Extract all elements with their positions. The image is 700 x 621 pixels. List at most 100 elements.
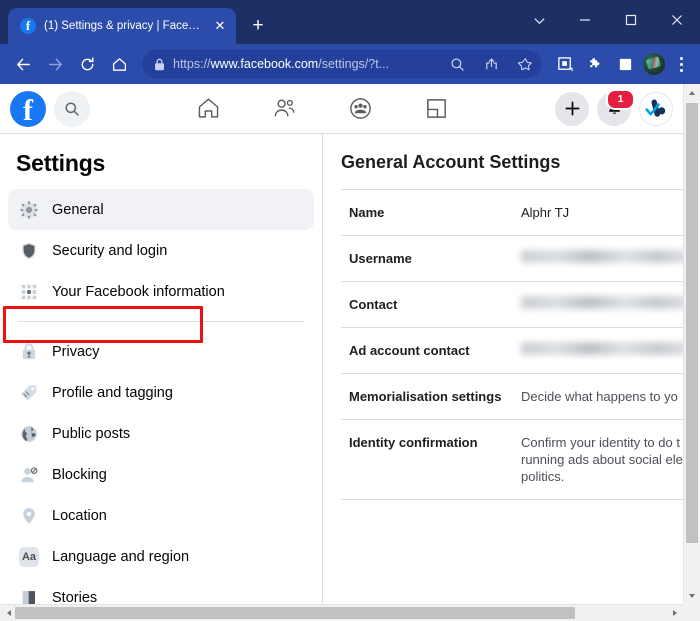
sidebar-item-label: Your Facebook information xyxy=(52,284,225,300)
sidebar-item-label: General xyxy=(52,202,104,218)
horizontal-scrollbar-thumb[interactable] xyxy=(15,607,575,619)
page-title: Settings xyxy=(8,142,314,189)
scroll-down-arrow-icon[interactable] xyxy=(684,587,700,604)
search-icon[interactable] xyxy=(444,51,470,77)
browser-profile-avatar[interactable] xyxy=(643,53,665,75)
friends-icon[interactable] xyxy=(270,94,300,124)
minimize-icon[interactable] xyxy=(562,0,608,40)
scroll-right-arrow-icon[interactable] xyxy=(666,605,683,621)
create-button[interactable] xyxy=(555,92,589,126)
table-row[interactable]: Memorialisation settings Decide what hap… xyxy=(341,373,683,419)
sidebar-item-label: Privacy xyxy=(52,344,100,360)
screenshot-icon[interactable] xyxy=(552,51,578,77)
settings-content: General Account Settings Name Alphr TJ U… xyxy=(323,134,683,604)
notifications-button[interactable]: 1 xyxy=(597,92,631,126)
home-icon[interactable] xyxy=(194,94,224,124)
browser-titlebar: f (1) Settings & privacy | Facebook ✕ + xyxy=(0,0,700,44)
lock-icon xyxy=(154,58,165,71)
row-label: Contact xyxy=(349,296,521,313)
groups-icon[interactable] xyxy=(346,94,376,124)
browser-toolbar: https://www.facebook.com/settings/?t... xyxy=(0,44,700,84)
facebook-header: f xyxy=(0,84,683,134)
location-pin-icon xyxy=(18,505,40,527)
sidebar-divider xyxy=(18,321,304,322)
sidebar-item-label: Public posts xyxy=(52,426,130,442)
new-tab-button[interactable]: + xyxy=(244,12,272,40)
facebook-nav-tabs xyxy=(90,94,555,124)
url-text: https://www.facebook.com/settings/?t... xyxy=(173,57,436,71)
page-viewport: f xyxy=(0,84,700,621)
sidebar-item-blocking[interactable]: Blocking xyxy=(8,454,314,495)
vertical-scrollbar[interactable] xyxy=(683,84,700,604)
side-panel-icon[interactable] xyxy=(612,51,638,77)
sidebar-item-language-and-region[interactable]: Aa Language and region xyxy=(8,536,314,577)
sidebar-item-profile-and-tagging[interactable]: Profile and tagging xyxy=(8,372,314,413)
aa-text-icon: Aa xyxy=(18,546,40,568)
sidebar-item-label: Language and region xyxy=(52,549,189,565)
account-avatar[interactable] xyxy=(639,92,673,126)
maximize-icon[interactable] xyxy=(608,0,654,40)
grid-dots-icon xyxy=(18,281,40,303)
sidebar-item-label: Profile and tagging xyxy=(52,385,173,401)
address-bar[interactable]: https://www.facebook.com/settings/?t... xyxy=(142,50,542,78)
row-label: Memorialisation settings xyxy=(349,388,521,405)
browser-tab[interactable]: f (1) Settings & privacy | Facebook ✕ xyxy=(8,8,236,44)
sidebar-item-label: Stories xyxy=(52,590,97,605)
sidebar-item-general[interactable]: General xyxy=(8,189,314,230)
sidebar-item-label: Location xyxy=(52,508,107,524)
sidebar-item-your-facebook-information[interactable]: Your Facebook information xyxy=(8,271,314,312)
person-block-icon xyxy=(18,464,40,486)
home-button[interactable] xyxy=(104,49,134,79)
sidebar-item-label: Security and login xyxy=(52,243,167,259)
scrollbar-corner xyxy=(683,604,700,621)
row-value: Decide what happens to yo away. xyxy=(521,388,683,405)
facebook-search-icon[interactable] xyxy=(54,91,90,127)
sidebar-item-location[interactable]: Location xyxy=(8,495,314,536)
settings-body: Settings General Security and login xyxy=(0,134,683,604)
table-row[interactable]: Identity confirmation Confirm your ident… xyxy=(341,419,683,500)
close-icon[interactable] xyxy=(654,0,700,40)
table-row[interactable]: Ad account contact xyxy=(341,327,683,373)
book-icon xyxy=(18,587,40,605)
browser-window: f (1) Settings & privacy | Facebook ✕ + xyxy=(0,0,700,621)
tag-icon xyxy=(18,382,40,404)
facebook-logo-icon[interactable]: f xyxy=(10,91,46,127)
tab-title: (1) Settings & privacy | Facebook xyxy=(44,20,204,32)
back-button[interactable] xyxy=(8,49,38,79)
tab-close-icon[interactable]: ✕ xyxy=(212,18,228,34)
gaming-icon[interactable] xyxy=(422,94,452,124)
row-value-blurred xyxy=(521,342,683,355)
vertical-scrollbar-thumb[interactable] xyxy=(686,103,698,543)
sidebar-item-security-and-login[interactable]: Security and login xyxy=(8,230,314,271)
bookmark-star-icon[interactable] xyxy=(512,51,538,77)
tab-search-chevron-down-icon[interactable] xyxy=(516,0,562,40)
browser-menu-icon[interactable] xyxy=(670,51,692,77)
puzzle-extensions-icon[interactable] xyxy=(582,51,608,77)
row-value-blurred xyxy=(521,250,683,263)
facebook-page: f xyxy=(0,84,683,604)
sidebar-item-privacy[interactable]: Privacy xyxy=(8,331,314,372)
table-row[interactable]: Username xyxy=(341,235,683,281)
horizontal-scrollbar[interactable] xyxy=(0,604,683,621)
reload-button[interactable] xyxy=(72,49,102,79)
gear-icon xyxy=(18,199,40,221)
row-value: Alphr TJ xyxy=(521,204,683,221)
sidebar-item-label: Blocking xyxy=(52,467,107,483)
row-label: Name xyxy=(349,204,521,221)
forward-button[interactable] xyxy=(40,49,70,79)
table-row[interactable]: Contact xyxy=(341,281,683,327)
facebook-favicon-icon: f xyxy=(20,18,36,34)
table-row[interactable]: Name Alphr TJ xyxy=(341,189,683,235)
shield-icon xyxy=(18,240,40,262)
sidebar-item-stories[interactable]: Stories xyxy=(8,577,314,604)
content-title: General Account Settings xyxy=(341,152,683,189)
row-value-blurred xyxy=(521,296,683,309)
row-label: Ad account contact xyxy=(349,342,521,359)
globe-icon xyxy=(18,423,40,445)
scroll-up-arrow-icon[interactable] xyxy=(684,84,700,101)
share-icon[interactable] xyxy=(478,51,504,77)
window-controls xyxy=(516,0,700,40)
settings-sidebar: Settings General Security and login xyxy=(0,134,323,604)
sidebar-item-public-posts[interactable]: Public posts xyxy=(8,413,314,454)
facebook-header-actions: 1 xyxy=(555,92,673,126)
